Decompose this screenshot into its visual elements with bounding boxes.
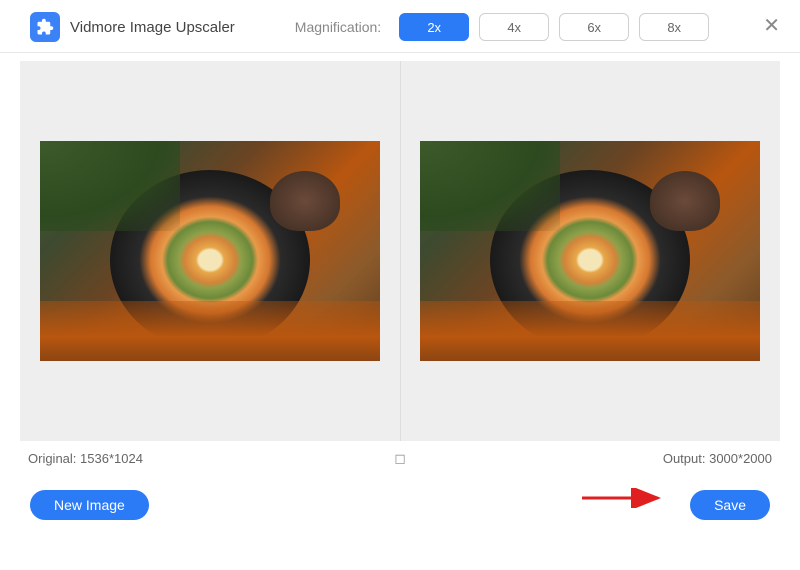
app-title: Vidmore Image Upscaler	[70, 19, 235, 36]
info-bar: Original: 1536*1024 ◻ Output: 3000*2000	[0, 441, 800, 470]
magnification-group: 2x 4x 6x 8x	[399, 13, 709, 41]
original-image	[40, 141, 380, 361]
compare-icon[interactable]: ◻	[394, 450, 406, 467]
magnification-label: Magnification:	[295, 19, 381, 35]
puzzle-icon	[36, 18, 54, 36]
header-bar: Vidmore Image Upscaler Magnification: 2x…	[0, 0, 800, 53]
original-dimensions-label: Original: 1536*1024	[28, 451, 143, 466]
output-preview-pane	[401, 61, 781, 441]
arrow-annotation-icon	[580, 488, 670, 508]
save-button[interactable]: Save	[690, 490, 770, 520]
mag-option-6x[interactable]: 6x	[559, 13, 629, 41]
mag-option-2x[interactable]: 2x	[399, 13, 469, 41]
mag-option-8x[interactable]: 8x	[639, 13, 709, 41]
output-image	[420, 141, 760, 361]
mag-option-4x[interactable]: 4x	[479, 13, 549, 41]
output-dimensions-label: Output: 3000*2000	[663, 451, 772, 466]
original-preview-pane	[20, 61, 401, 441]
close-icon[interactable]: ✕	[763, 16, 780, 36]
bottom-bar: New Image Save	[0, 470, 800, 530]
app-logo-icon	[30, 12, 60, 42]
new-image-button[interactable]: New Image	[30, 490, 149, 520]
preview-area	[20, 61, 780, 441]
